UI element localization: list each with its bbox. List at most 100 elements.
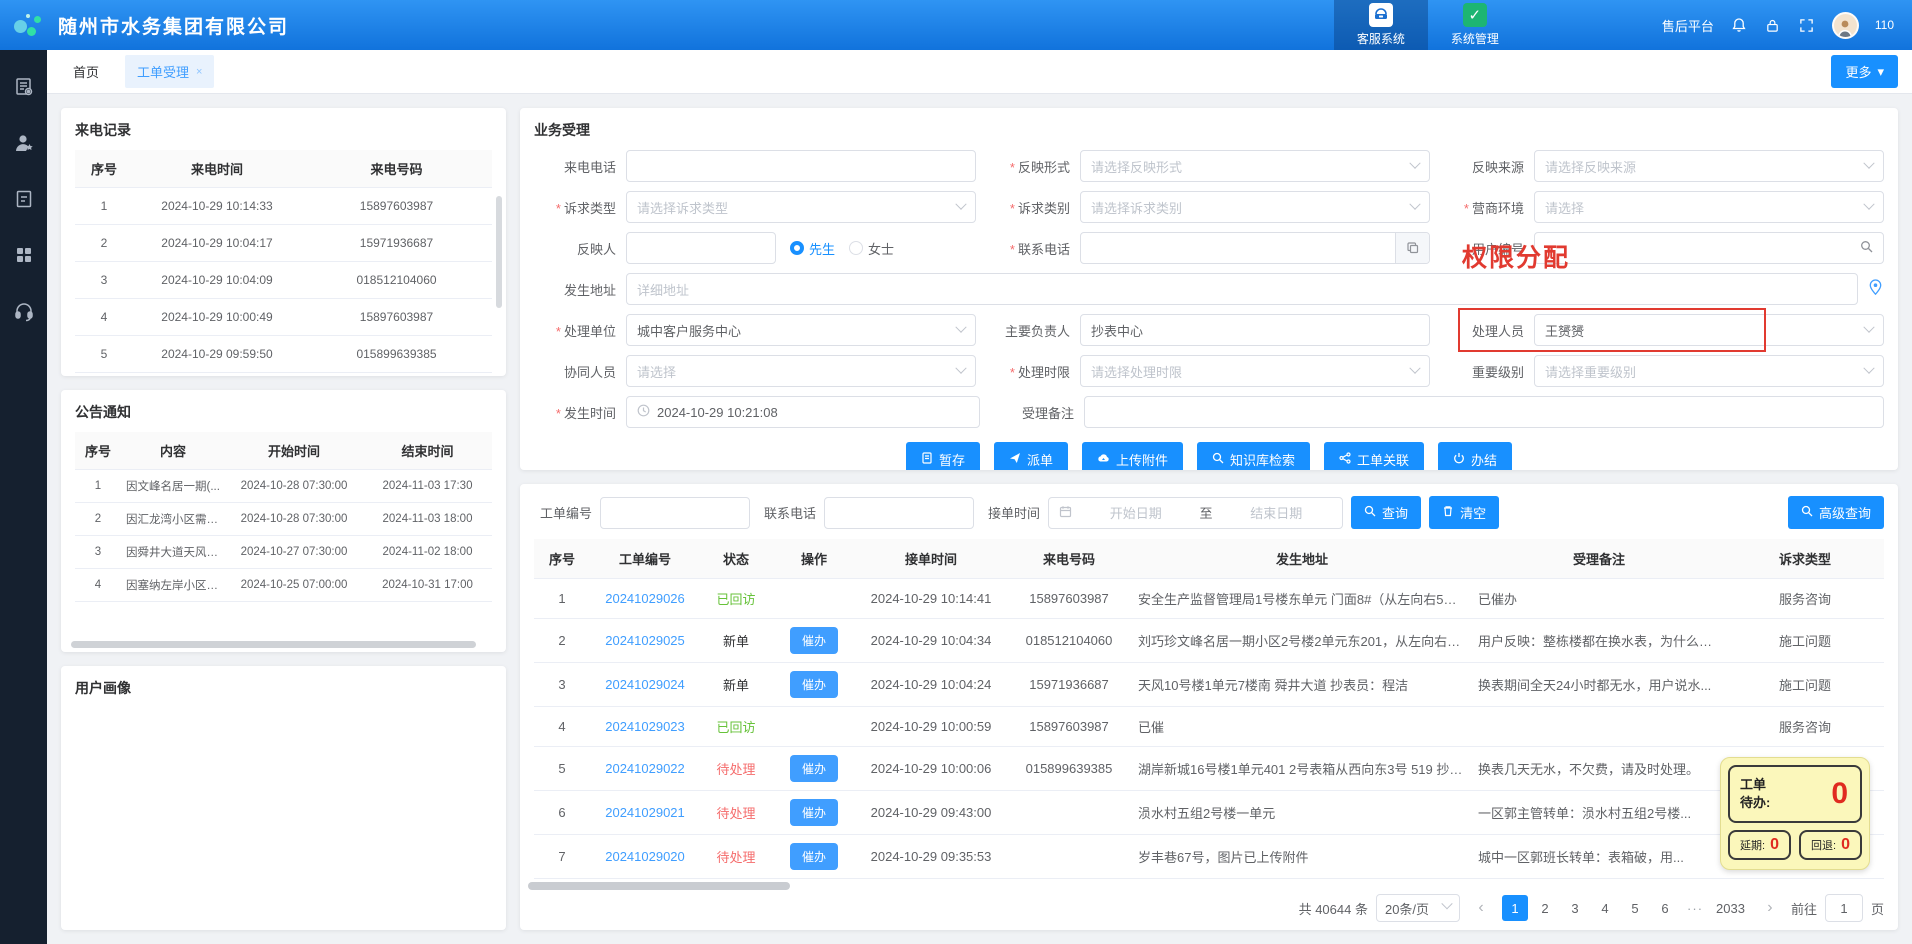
goto-page-input[interactable] [1825,894,1863,922]
order-id-link[interactable]: 20241029023 [605,719,685,734]
importance-select[interactable]: 请选择重要级别 [1534,355,1884,387]
appeal-category-select[interactable]: 请选择诉求类别 [1080,191,1430,223]
order-row[interactable]: 620241029021待处理催办2024-10-29 09:43:00涢水村五… [534,791,1884,835]
horizontal-scrollbar[interactable] [71,641,476,648]
call-phone-input[interactable] [626,150,976,182]
urge-button[interactable]: 催办 [790,843,838,870]
last-page-number[interactable]: 2033 [1712,895,1749,921]
gender-female-radio[interactable]: 女士 [849,239,894,258]
order-id-link[interactable]: 20241029024 [605,677,685,692]
user-star-icon[interactable] [13,132,35,154]
horizontal-scrollbar[interactable] [528,882,790,890]
table-row[interactable]: 4因塞纳左岸小区水...2024-10-25 07:00:002024-10-3… [75,569,492,602]
order-row[interactable]: 720241029020待处理催办2024-10-29 09:35:53岁丰巷6… [534,835,1884,879]
bell-icon[interactable] [1730,16,1748,34]
contact-phone-input[interactable] [1080,232,1430,264]
tab-work-order[interactable]: 工单受理 × [125,55,214,88]
receive-time: 2024-10-29 09:51:23 [856,879,1006,887]
save-draft-button[interactable]: 暂存 [906,442,980,470]
page-number[interactable]: 2 [1532,895,1558,921]
next-page-button[interactable]: › [1757,895,1783,921]
search-button[interactable]: 查询 [1351,496,1421,529]
table-row[interactable]: 3因舜井大道天风小...2024-10-27 07:30:002024-11-0… [75,536,492,569]
acceptance-remark-input[interactable] [1084,396,1884,428]
complete-button[interactable]: 办结 [1438,442,1512,470]
page-number[interactable]: 4 [1592,895,1618,921]
page-number[interactable]: 6 [1652,895,1678,921]
nav-system-management[interactable]: ✓ 系统管理 [1428,0,1522,50]
order-row[interactable]: 420241029023已回访2024-10-29 10:00:59158976… [534,707,1884,747]
todo-widget[interactable]: 工单待办: 0 延期:0 回退:0 [1720,757,1870,870]
document-icon[interactable] [13,188,35,210]
order-id-link[interactable]: 20241029021 [605,805,685,820]
caller-number: 15971936687 [1006,663,1132,707]
reporter-input[interactable] [626,232,776,264]
table-row[interactable]: 32024-10-29 10:04:09018512104060 [75,262,492,299]
advanced-search-button[interactable]: 高级查询 [1788,496,1884,529]
search-icon[interactable] [1860,240,1873,256]
headset-icon[interactable] [13,300,35,322]
handling-unit-select[interactable]: 城中客户服务中心 [626,314,976,346]
user-avatar[interactable] [1832,12,1859,39]
order-id-link[interactable]: 20241029022 [605,761,685,776]
deadline-select[interactable]: 请选择处理时限 [1080,355,1430,387]
vertical-scrollbar[interactable] [496,196,502,308]
urge-button[interactable]: 催办 [790,627,838,654]
order-row[interactable]: 120241029026已回访2024-10-29 10:14:41158976… [534,579,1884,619]
page-size-select[interactable]: 20条/页 [1376,894,1460,922]
nav-customer-service[interactable]: 客服系统 [1334,0,1428,50]
order-row[interactable]: 320241029024新单催办2024-10-29 10:04:2415971… [534,663,1884,707]
table-row[interactable]: 42024-10-29 10:00:4915897603987 [75,299,492,336]
page-number[interactable]: 3 [1562,895,1588,921]
order-link-button[interactable]: 工单关联 [1324,442,1424,470]
reflect-source-select[interactable]: 请选择反映来源 [1534,150,1884,182]
urge-button[interactable]: 催办 [790,799,838,826]
location-pin-icon[interactable] [1868,279,1884,300]
order-row[interactable]: 220241029025新单催办2024-10-29 10:04:3401851… [534,619,1884,663]
handler-select[interactable]: 王赟赟 [1534,314,1884,346]
urge-button[interactable]: 催办 [790,671,838,698]
copy-icon[interactable] [1395,233,1429,263]
user-number-input[interactable] [1534,232,1884,264]
tab-close-icon[interactable]: × [196,66,202,78]
main-leader-input[interactable]: 抄表中心 [1080,314,1430,346]
prev-page-button[interactable]: ‹ [1468,895,1494,921]
date-range-picker[interactable]: 开始日期 至 结束日期 [1048,497,1343,529]
upload-attachment-button[interactable]: 上传附件 [1082,442,1183,470]
reflect-form-select[interactable]: 请选择反映形式 [1080,150,1430,182]
page-number[interactable]: 5 [1622,895,1648,921]
table-row[interactable]: 22024-10-29 10:04:1715971936687 [75,225,492,262]
column-header: 开始时间 [225,432,363,470]
collaborator-select[interactable]: 请选择 [626,355,976,387]
order-id-link[interactable]: 20241029026 [605,591,685,606]
deadline-label: 处理时限 [988,362,1080,381]
grid-dashboard-icon[interactable] [13,244,35,266]
tab-home[interactable]: 首页 [61,55,111,88]
gender-male-radio[interactable]: 先生 [790,239,835,258]
address-input[interactable]: 详细地址 [626,273,1858,305]
more-button[interactable]: 更多▾ [1831,55,1898,88]
urge-button[interactable]: 催办 [790,755,838,782]
fullscreen-icon[interactable] [1798,16,1816,34]
lock-icon[interactable] [1764,16,1782,34]
page-number[interactable]: 1 [1502,895,1528,921]
order-no-input[interactable] [600,497,750,529]
aftersale-platform-link[interactable]: 售后平台 [1662,16,1714,35]
order-manage-icon[interactable] [13,76,35,98]
filter-phone-input[interactable] [824,497,974,529]
clear-button[interactable]: 清空 [1429,496,1499,529]
appeal-type-select[interactable]: 请选择诉求类型 [626,191,976,223]
business-env-select[interactable]: 请选择 [1534,191,1884,223]
dispatch-button[interactable]: 派单 [994,442,1068,470]
order-id-link[interactable]: 20241029020 [605,849,685,864]
knowledge-search-button[interactable]: 知识库检索 [1197,442,1310,470]
table-row[interactable]: 52024-10-29 09:59:50015899639385 [75,336,492,373]
occur-time-input[interactable]: 2024-10-29 10:21:08 [626,396,980,428]
page-ellipsis[interactable]: ··· [1682,895,1708,921]
table-row[interactable]: 12024-10-29 10:14:3315897603987 [75,188,492,225]
table-row[interactable]: 1因文峰名居一期(...2024-10-28 07:30:002024-11-0… [75,470,492,503]
company-name: 随州市水务集团有限公司 [58,12,289,39]
order-row[interactable]: 520241029022待处理催办2024-10-29 10:00:060158… [534,747,1884,791]
order-id-link[interactable]: 20241029025 [605,633,685,648]
table-row[interactable]: 2因汇龙湾小区需水...2024-10-28 07:30:002024-11-0… [75,503,492,536]
